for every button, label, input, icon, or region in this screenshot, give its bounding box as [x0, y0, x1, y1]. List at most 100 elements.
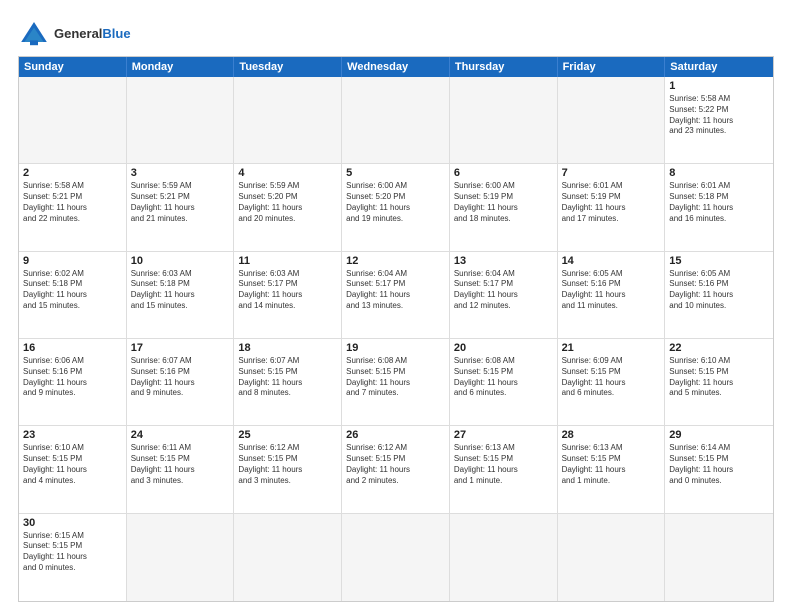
day-number: 6	[454, 167, 553, 179]
day-cell-3: 3Sunrise: 5:59 AMSunset: 5:21 PMDaylight…	[127, 164, 235, 251]
empty-cell	[127, 77, 235, 164]
empty-cell	[342, 77, 450, 164]
day-info: Sunrise: 6:08 AMSunset: 5:15 PMDaylight:…	[346, 356, 445, 399]
day-cell-8: 8 Sunrise: 6:01 AMSunset: 5:18 PMDaylight…	[665, 164, 773, 251]
logo: GeneralBlue	[18, 18, 131, 50]
header-day-thursday: Thursday	[450, 57, 558, 77]
header-day-monday: Monday	[127, 57, 235, 77]
day-info: Sunrise: 6:12 AMSunset: 5:15 PMDaylight:…	[238, 443, 337, 486]
day-cell-12: 12 Sunrise: 6:04 AMSunset: 5:17 PMDayligh…	[342, 252, 450, 339]
day-cell-1: 1 Sunrise: 5:58 AMSunset: 5:22 PMDaylight…	[665, 77, 773, 164]
empty-cell	[19, 77, 127, 164]
header: GeneralBlue	[18, 18, 774, 50]
header-day-saturday: Saturday	[665, 57, 773, 77]
day-number: 5	[346, 167, 445, 179]
day-cell-18: 18Sunrise: 6:07 AMSunset: 5:15 PMDayligh…	[234, 339, 342, 426]
logo-text: GeneralBlue	[54, 26, 131, 42]
day-info: Sunrise: 6:04 AMSunset: 5:17 PMDaylight:…	[454, 269, 553, 312]
day-cell-15: 15 Sunrise: 6:05 AMSunset: 5:16 PMDayligh…	[665, 252, 773, 339]
day-info: Sunrise: 6:01 AMSunset: 5:18 PMDaylight:…	[669, 181, 769, 224]
day-number: 21	[562, 342, 661, 354]
empty-cell	[127, 514, 235, 601]
day-number: 4	[238, 167, 337, 179]
calendar-header: SundayMondayTuesdayWednesdayThursdayFrid…	[19, 57, 773, 77]
day-number: 2	[23, 167, 122, 179]
day-info: Sunrise: 6:10 AMSunset: 5:15 PMDaylight:…	[23, 443, 122, 486]
day-cell-27: 27 Sunrise: 6:13 AMSunset: 5:15 PMDayligh…	[450, 426, 558, 513]
day-cell-10: 10Sunrise: 6:03 AMSunset: 5:18 PMDayligh…	[127, 252, 235, 339]
day-number: 20	[454, 342, 553, 354]
day-cell-6: 6 Sunrise: 6:00 AMSunset: 5:19 PMDaylight…	[450, 164, 558, 251]
day-number: 27	[454, 429, 553, 441]
day-cell-29: 29 Sunrise: 6:14 AMSunset: 5:15 PMDayligh…	[665, 426, 773, 513]
day-number: 1	[669, 80, 769, 92]
empty-cell	[234, 77, 342, 164]
day-cell-21: 21Sunrise: 6:09 AMSunset: 5:15 PMDayligh…	[558, 339, 666, 426]
header-day-friday: Friday	[558, 57, 666, 77]
calendar-body: 1 Sunrise: 5:58 AMSunset: 5:22 PMDaylight…	[19, 77, 773, 601]
day-info: Sunrise: 6:02 AMSunset: 5:18 PMDaylight:…	[23, 269, 122, 312]
day-info: Sunrise: 5:59 AMSunset: 5:20 PMDaylight:…	[238, 181, 337, 224]
day-info: Sunrise: 6:13 AMSunset: 5:15 PMDaylight:…	[454, 443, 553, 486]
day-info: Sunrise: 6:04 AMSunset: 5:17 PMDaylight:…	[346, 269, 445, 312]
day-info: Sunrise: 6:13 AMSunset: 5:15 PMDaylight:…	[562, 443, 661, 486]
day-info: Sunrise: 6:14 AMSunset: 5:15 PMDaylight:…	[669, 443, 769, 486]
day-info: Sunrise: 6:03 AMSunset: 5:17 PMDaylight:…	[238, 269, 337, 312]
day-number: 29	[669, 429, 769, 441]
day-info: Sunrise: 6:10 AMSunset: 5:15 PMDaylight:…	[669, 356, 769, 399]
day-number: 22	[669, 342, 769, 354]
calendar: SundayMondayTuesdayWednesdayThursdayFrid…	[18, 56, 774, 602]
day-info: Sunrise: 6:08 AMSunset: 5:15 PMDaylight:…	[454, 356, 553, 399]
day-number: 26	[346, 429, 445, 441]
header-day-sunday: Sunday	[19, 57, 127, 77]
day-number: 30	[23, 517, 122, 529]
header-day-wednesday: Wednesday	[342, 57, 450, 77]
day-number: 24	[131, 429, 230, 441]
day-number: 23	[23, 429, 122, 441]
empty-cell	[665, 514, 773, 601]
day-number: 13	[454, 255, 553, 267]
day-info: Sunrise: 6:11 AMSunset: 5:15 PMDaylight:…	[131, 443, 230, 486]
empty-cell	[558, 514, 666, 601]
day-cell-17: 17 Sunrise: 6:07 AMSunset: 5:16 PMDayligh…	[127, 339, 235, 426]
day-cell-25: 25 Sunrise: 6:12 AMSunset: 5:15 PMDayligh…	[234, 426, 342, 513]
day-number: 28	[562, 429, 661, 441]
day-cell-26: 26Sunrise: 6:12 AMSunset: 5:15 PMDayligh…	[342, 426, 450, 513]
day-info: Sunrise: 6:07 AMSunset: 5:16 PMDaylight:…	[131, 356, 230, 399]
day-cell-7: 7 Sunrise: 6:01 AMSunset: 5:19 PMDaylight…	[558, 164, 666, 251]
day-cell-19: 19Sunrise: 6:08 AMSunset: 5:15 PMDayligh…	[342, 339, 450, 426]
header-day-tuesday: Tuesday	[234, 57, 342, 77]
day-cell-13: 13 Sunrise: 6:04 AMSunset: 5:17 PMDayligh…	[450, 252, 558, 339]
day-cell-20: 20 Sunrise: 6:08 AMSunset: 5:15 PMDayligh…	[450, 339, 558, 426]
day-number: 7	[562, 167, 661, 179]
day-number: 18	[238, 342, 337, 354]
day-info: Sunrise: 6:00 AMSunset: 5:20 PMDaylight:…	[346, 181, 445, 224]
day-number: 12	[346, 255, 445, 267]
day-cell-22: 22 Sunrise: 6:10 AMSunset: 5:15 PMDayligh…	[665, 339, 773, 426]
logo-icon	[18, 18, 50, 50]
day-info: Sunrise: 6:05 AMSunset: 5:16 PMDaylight:…	[669, 269, 769, 312]
empty-cell	[450, 77, 558, 164]
day-cell-23: 23 Sunrise: 6:10 AMSunset: 5:15 PMDayligh…	[19, 426, 127, 513]
day-cell-11: 11 Sunrise: 6:03 AMSunset: 5:17 PMDayligh…	[234, 252, 342, 339]
day-number: 10	[131, 255, 230, 267]
empty-cell	[450, 514, 558, 601]
day-cell-16: 16 Sunrise: 6:06 AMSunset: 5:16 PMDayligh…	[19, 339, 127, 426]
day-number: 16	[23, 342, 122, 354]
day-info: Sunrise: 6:00 AMSunset: 5:19 PMDaylight:…	[454, 181, 553, 224]
day-number: 9	[23, 255, 122, 267]
day-number: 25	[238, 429, 337, 441]
day-cell-2: 2Sunrise: 5:58 AMSunset: 5:21 PMDaylight…	[19, 164, 127, 251]
empty-cell	[234, 514, 342, 601]
day-cell-5: 5 Sunrise: 6:00 AMSunset: 5:20 PMDaylight…	[342, 164, 450, 251]
day-info: Sunrise: 6:05 AMSunset: 5:16 PMDaylight:…	[562, 269, 661, 312]
empty-cell	[558, 77, 666, 164]
day-info: Sunrise: 6:06 AMSunset: 5:16 PMDaylight:…	[23, 356, 122, 399]
day-number: 17	[131, 342, 230, 354]
day-number: 8	[669, 167, 769, 179]
day-cell-30: 30Sunrise: 6:15 AMSunset: 5:15 PMDayligh…	[19, 514, 127, 601]
day-number: 11	[238, 255, 337, 267]
day-info: Sunrise: 5:58 AMSunset: 5:22 PMDaylight:…	[669, 94, 769, 137]
day-number: 15	[669, 255, 769, 267]
day-info: Sunrise: 6:01 AMSunset: 5:19 PMDaylight:…	[562, 181, 661, 224]
